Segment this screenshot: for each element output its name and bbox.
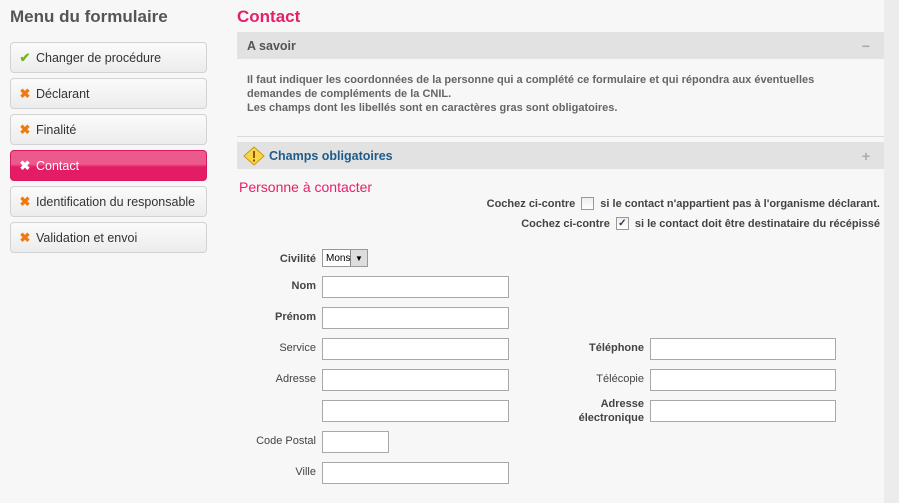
sidebar-item-finalite[interactable]: ✖ Finalité (10, 114, 207, 145)
sidebar-item-label: Finalité (36, 122, 77, 137)
info-panel-title: A savoir (247, 38, 296, 53)
sidebar-item-identification[interactable]: ✖ Identification du responsable (10, 186, 207, 217)
adresse-line2-input[interactable] (322, 400, 509, 422)
email-label: Adresse électronique (579, 397, 644, 425)
cross-icon: ✖ (19, 121, 31, 137)
sidebar-item-label: Déclarant (36, 86, 90, 101)
ville-input[interactable] (322, 462, 509, 484)
email-input[interactable] (650, 400, 836, 422)
sidebar-item-label: Contact (36, 158, 80, 173)
checkbox-row-external: Cochez ci-contre si le contact n'apparti… (487, 197, 880, 210)
sidebar-item-declarant[interactable]: ✖ Déclarant (10, 78, 207, 109)
required-panel-header[interactable]: Champs obligatoires + (237, 142, 884, 169)
checkbox-label: si le contact n'appartient pas à l'organ… (600, 197, 880, 210)
info-panel-header[interactable]: A savoir − (237, 32, 884, 59)
checkbox-prefix: Cochez ci-contre (486, 197, 576, 210)
scrollbar-track[interactable] (884, 0, 899, 503)
receipt-checkbox[interactable]: ✓ (615, 217, 629, 230)
divider (237, 136, 884, 137)
section-title: Personne à contacter (239, 179, 373, 195)
info-line: demandes de compléments de la CNIL. (247, 88, 452, 100)
checkbox-prefix: Cochez ci-contre (521, 217, 610, 230)
sidebar-item-label: Validation et envoi (36, 230, 138, 245)
sidebar-item-changer-procedure[interactable]: ✔ Changer de procédure (10, 42, 207, 73)
checkbox-row-receipt: Cochez ci-contre ✓ si le contact doit êt… (521, 217, 880, 230)
sidebar-item-label: Changer de procédure (36, 50, 162, 65)
collapse-icon[interactable]: − (862, 38, 870, 54)
adresse-label: Adresse (275, 373, 316, 385)
service-label: Service (279, 342, 316, 354)
civilite-select[interactable]: Monsieur ▼ (322, 249, 368, 267)
sidebar-item-label: Identification du responsable (36, 194, 196, 209)
expand-icon[interactable]: + (862, 148, 870, 164)
telephone-input[interactable] (650, 338, 836, 360)
code-postal-input[interactable] (322, 431, 389, 453)
sidebar-item-validation[interactable]: ✖ Validation et envoi (10, 222, 207, 253)
page-title: Contact (237, 7, 301, 26)
check-icon: ✔ (19, 49, 31, 65)
adresse-input[interactable] (322, 369, 509, 391)
nom-label: Nom (291, 280, 316, 292)
checkbox-label: si le contact doit être destinataire du … (634, 217, 880, 230)
warning-icon (243, 145, 265, 166)
code-postal-label: Code Postal (256, 435, 316, 447)
sidebar-item-contact[interactable]: ✖ Contact (10, 150, 207, 181)
sidebar-title: Menu du formulaire (10, 7, 168, 26)
cross-icon: ✖ (19, 157, 31, 173)
telecopie-input[interactable] (650, 369, 836, 391)
service-input[interactable] (322, 338, 509, 360)
info-text: Il faut indiquer les coordonnées de la p… (247, 73, 877, 115)
info-line: Il faut indiquer les coordonnées de la p… (247, 74, 815, 86)
prenom-label: Prénom (275, 311, 316, 323)
telephone-label: Téléphone (588, 342, 644, 354)
email-label-line: électronique (578, 412, 644, 424)
civilite-label: Civilité (279, 253, 316, 265)
cross-icon: ✖ (19, 85, 31, 101)
cross-icon: ✖ (19, 229, 31, 245)
required-panel-title: Champs obligatoires (269, 148, 393, 163)
chevron-down-icon: ▼ (350, 250, 367, 266)
not-member-checkbox[interactable] (581, 197, 595, 210)
ville-label: Ville (295, 466, 316, 478)
info-line: Les champs dont les libellés sont en car… (247, 102, 618, 114)
nom-input[interactable] (322, 276, 509, 298)
telecopie-label: Télécopie (596, 373, 644, 385)
email-label-line: Adresse (600, 398, 644, 410)
cross-icon: ✖ (19, 193, 31, 209)
prenom-input[interactable] (322, 307, 509, 329)
